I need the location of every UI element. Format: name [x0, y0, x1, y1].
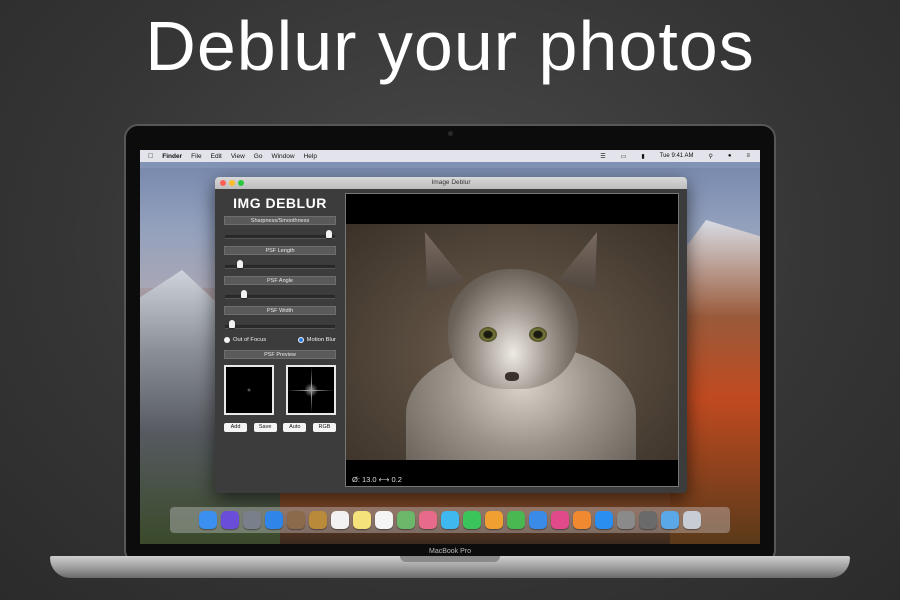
stickies-icon[interactable] [353, 511, 371, 529]
app-window: Image Deblur IMG DEBLUR Sharpness/Smooth… [215, 177, 687, 493]
status-area: ☰ ▭ ▮ Tue 9:41 AM ⚲ ● ≡ [591, 150, 750, 162]
list-icon[interactable]: ≡ [746, 153, 750, 159]
ibooks-icon[interactable] [573, 511, 591, 529]
messages-icon[interactable] [441, 511, 459, 529]
menu-bar:  Finder File Edit View Go Window Help ☰… [140, 150, 760, 162]
photos-icon[interactable] [419, 511, 437, 529]
control-panel: IMG DEBLUR Sharpness/Smoothness PSF Leng… [221, 193, 339, 487]
radio-out-of-focus[interactable]: Out of Focus [224, 337, 266, 343]
radio-dot[interactable] [224, 337, 230, 343]
cat-ear-right [558, 232, 598, 292]
save-button[interactable]: Save [253, 423, 277, 432]
psf-readout: Ø: 13.0 ⟷ 0.2 [352, 475, 402, 484]
menu-view[interactable]: View [231, 153, 245, 160]
section-label-psf-angle: PSF Angle [224, 276, 336, 285]
laptop-notch [400, 556, 500, 562]
section-label-psf-width: PSF Width [224, 306, 336, 315]
cat-head [448, 269, 578, 389]
slider-knob[interactable] [240, 290, 247, 298]
psf-previews [224, 365, 336, 415]
blur-mode-radios: Out of Focus Motion Blur [224, 337, 336, 343]
reminders-icon[interactable] [375, 511, 393, 529]
appstore-icon[interactable] [595, 511, 613, 529]
apple-icon[interactable]:  [148, 153, 153, 160]
folder-icon[interactable] [661, 511, 679, 529]
section-label-sharpness: Sharpness/Smoothness [224, 216, 336, 225]
airplay-icon[interactable]: ▭ [621, 153, 627, 160]
window-title: Image Deblur [431, 179, 471, 186]
radio-motion-blur[interactable]: Motion Blur [297, 337, 336, 343]
image-viewer[interactable]: Ø: 13.0 ⟷ 0.2 [345, 193, 679, 487]
pages-icon[interactable] [485, 511, 503, 529]
image-deblur-icon[interactable] [639, 511, 657, 529]
cat-nose [505, 372, 519, 381]
radio-label: Motion Blur [306, 337, 336, 343]
psf-preview-right [286, 365, 336, 415]
section-label-psf-length: PSF Length [224, 246, 336, 255]
laptop-brand: MacBook Pro [428, 548, 472, 555]
siri-icon[interactable] [221, 511, 239, 529]
window-titlebar[interactable]: Image Deblur [215, 177, 687, 189]
app-heading: IMG DEBLUR [233, 195, 327, 211]
menu-help[interactable]: Help [304, 153, 317, 160]
search-icon[interactable]: ⚲ [708, 153, 712, 160]
menu-file[interactable]: File [191, 153, 201, 160]
preferences-icon[interactable] [617, 511, 635, 529]
finder-icon[interactable] [199, 511, 217, 529]
cat-eye-right [529, 327, 547, 342]
zoom-icon[interactable] [238, 180, 244, 186]
rgb-button[interactable]: RGB [312, 423, 336, 432]
safari-icon[interactable] [265, 511, 283, 529]
facetime-icon[interactable] [463, 511, 481, 529]
close-icon[interactable] [220, 180, 226, 186]
camera-dot [448, 131, 453, 136]
dock [170, 507, 730, 533]
calendar-icon[interactable] [331, 511, 349, 529]
siri-menu-icon[interactable]: ● [728, 153, 732, 159]
menu-finder[interactable]: Finder [162, 153, 182, 160]
sharpness-slider[interactable] [225, 227, 335, 241]
cat-photo [346, 224, 678, 460]
radio-label: Out of Focus [233, 337, 267, 343]
wifi-icon[interactable]: ☰ [600, 153, 605, 160]
menu-edit[interactable]: Edit [211, 153, 222, 160]
trash-icon[interactable] [683, 511, 701, 529]
battery-icon[interactable]: ▮ [641, 153, 644, 160]
launchpad-icon[interactable] [243, 511, 261, 529]
add-button[interactable]: Add [224, 423, 247, 432]
notes-brown-icon[interactable] [309, 511, 327, 529]
auto-button[interactable]: Auto [283, 423, 307, 432]
section-label-psf-preview: PSF Preview [224, 350, 336, 359]
slider-knob[interactable] [229, 320, 236, 328]
numbers-icon[interactable] [507, 511, 525, 529]
photos-preview-icon[interactable] [287, 511, 305, 529]
keynote-icon[interactable] [529, 511, 547, 529]
psf-width-slider[interactable] [225, 317, 335, 331]
minimize-icon[interactable] [229, 180, 235, 186]
radio-dot-selected[interactable] [297, 337, 304, 343]
maps-icon[interactable] [397, 511, 415, 529]
psf-length-slider[interactable] [225, 257, 335, 271]
desktop-screen:  Finder File Edit View Go Window Help ☰… [140, 150, 760, 544]
action-buttons: Add Save Auto RGB [224, 423, 336, 432]
slider-knob[interactable] [325, 230, 332, 238]
cat-eye-left [479, 327, 497, 342]
menu-window[interactable]: Window [271, 153, 294, 160]
cat-ear-left [424, 232, 464, 292]
itunes-icon[interactable] [551, 511, 569, 529]
psf-preview-left [224, 365, 274, 415]
hero-title: Deblur your photos [145, 7, 755, 85]
menu-go[interactable]: Go [254, 153, 263, 160]
clock[interactable]: Tue 9:41 AM [660, 153, 694, 159]
psf-angle-slider[interactable] [225, 287, 335, 301]
laptop-base [50, 556, 850, 578]
slider-knob[interactable] [237, 260, 244, 268]
